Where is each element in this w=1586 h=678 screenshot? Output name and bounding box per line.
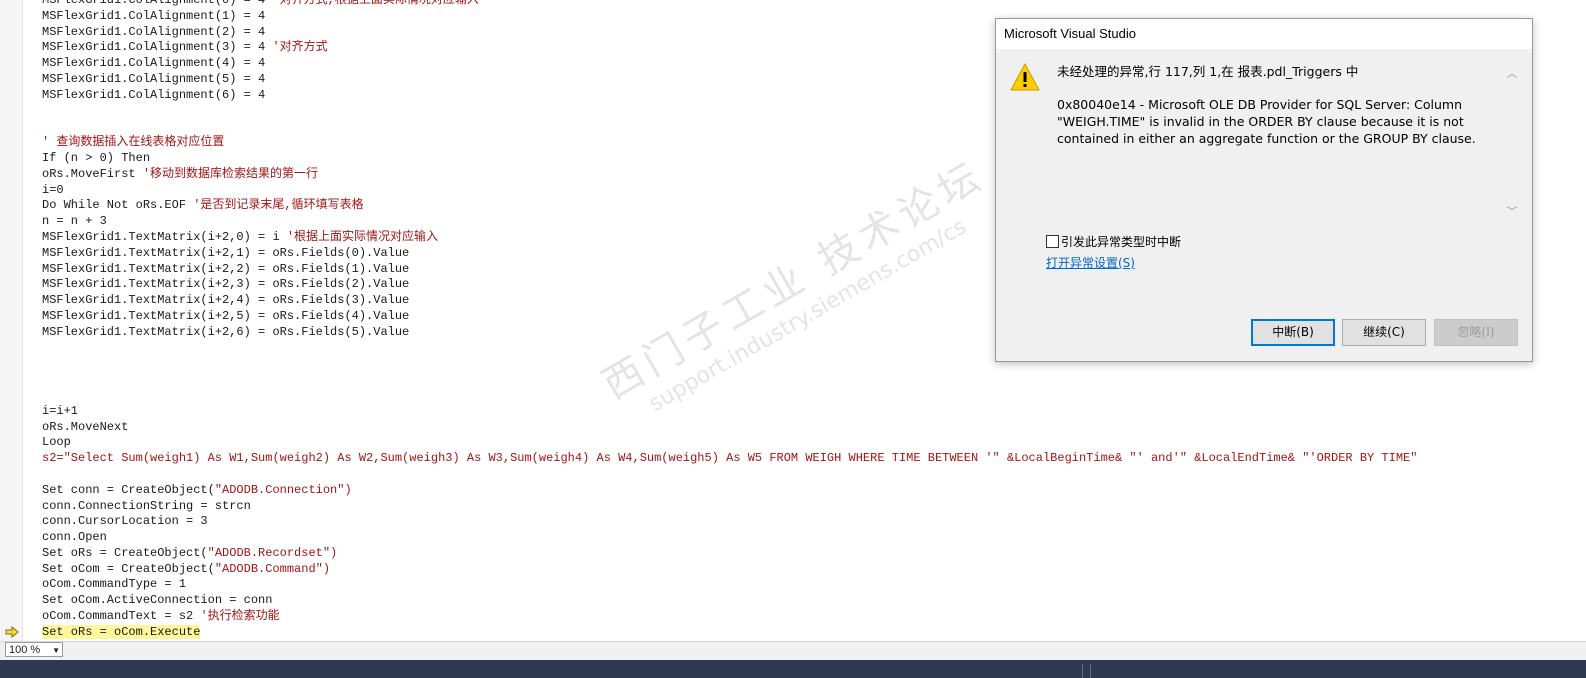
message-scrollbar[interactable]: ︿ ﹀ (1504, 63, 1520, 221)
code-text: MSFlexGrid1.ColAlignment(6) = 4 (42, 87, 266, 102)
code-comment: '对齐方式,根据上面实际情况对应输入 (272, 0, 479, 7)
code-line[interactable]: conn.CursorLocation = 3 (42, 514, 1582, 530)
exception-heading: 未经处理的异常,行 117,列 1,在 报表.pdl_Triggers 中 (1057, 64, 1359, 79)
code-text: MSFlexGrid1.ColAlignment(0) = 4 (42, 0, 273, 7)
code-line[interactable]: i=i+1 (42, 404, 1582, 420)
code-text: MSFlexGrid1.ColAlignment(5) = 4 (42, 71, 266, 86)
code-text: Set conn = CreateObject( (42, 482, 215, 497)
code-text: MSFlexGrid1.TextMatrix(i+2,1) = oRs.Fiel… (42, 245, 410, 260)
zoom-value: 100 % (9, 644, 41, 656)
editor-status-bar (0, 641, 1586, 660)
zoom-select[interactable]: 100 % ▼ (5, 642, 63, 657)
code-text: conn.CursorLocation = 3 (42, 514, 208, 529)
code-text: conn.ConnectionString = strcn (42, 498, 251, 513)
code-comment: '根据上面实际情况对应输入 (286, 229, 439, 244)
code-line[interactable] (42, 388, 1582, 404)
code-comment: '是否到记录末尾,循环填写表格 (193, 198, 364, 213)
exception-message: 未经处理的异常,行 117,列 1,在 报表.pdl_Triggers 中 0x… (1057, 63, 1497, 163)
code-comment: ' 查询数据插入在线表格对应位置 (42, 135, 225, 150)
code-text: i=0 (42, 182, 64, 197)
code-line[interactable]: conn.ConnectionString = strcn (42, 499, 1582, 515)
code-comment: s2="Select Sum(weigh1) As W1,Sum(weigh2)… (42, 451, 1418, 466)
code-text: Set oCom = CreateObject( (42, 561, 215, 576)
code-text: MSFlexGrid1.ColAlignment(2) = 4 (42, 24, 266, 39)
code-line[interactable]: oCom.CommandType = 1 (42, 577, 1582, 593)
code-text: MSFlexGrid1.TextMatrix(i+2,0) = i (42, 229, 287, 244)
code-text: oRs.MoveNext (42, 419, 129, 434)
break-on-exception-checkbox[interactable]: 引发此异常类型时中断 (1046, 233, 1181, 250)
dialog-title: Microsoft Visual Studio (996, 19, 1532, 49)
ignore-button: 忽略(I) (1434, 319, 1518, 346)
code-text: n = n + 3 (42, 214, 107, 229)
code-text: oRs.MoveFirst (42, 166, 143, 181)
exception-detail: 0x80040e14 - Microsoft OLE DB Provider f… (1057, 97, 1476, 146)
code-line[interactable]: Set conn = CreateObject("ADODB.Connectio… (42, 483, 1582, 499)
code-text: Loop (42, 435, 71, 450)
chevron-up-icon[interactable]: ︿ (1507, 65, 1517, 80)
code-text: MSFlexGrid1.TextMatrix(i+2,4) = oRs.Fiel… (42, 293, 410, 308)
window-bottom-bar (0, 660, 1586, 678)
code-comment: "ADODB.Command") (214, 561, 331, 576)
code-text: Set oRs = CreateObject( (42, 545, 208, 560)
code-text: MSFlexGrid1.TextMatrix(i+2,5) = oRs.Fiel… (42, 308, 410, 323)
chevron-down-icon[interactable]: ▼ (52, 643, 60, 658)
editor-gutter (0, 0, 23, 642)
continue-button[interactable]: 继续(C) (1342, 319, 1426, 346)
break-button[interactable]: 中断(B) (1251, 319, 1335, 346)
code-line[interactable] (42, 467, 1582, 483)
code-line[interactable]: Set oRs = CreateObject("ADODB.Recordset"… (42, 546, 1582, 562)
code-line[interactable]: oCom.CommandText = s2 '执行检索功能 (42, 609, 1582, 625)
code-text: MSFlexGrid1.TextMatrix(i+2,6) = oRs.Fiel… (42, 324, 410, 339)
code-comment: '移动到数据库检索结果的第一行 (142, 166, 319, 181)
code-line[interactable]: conn.Open (42, 530, 1582, 546)
chevron-down-icon[interactable]: ﹀ (1507, 203, 1517, 218)
code-line[interactable]: s2="Select Sum(weigh1) As W1,Sum(weigh2)… (42, 451, 1582, 467)
code-text: MSFlexGrid1.TextMatrix(i+2,3) = oRs.Fiel… (42, 277, 410, 292)
code-line[interactable]: Set oCom.ActiveConnection = conn (42, 593, 1582, 609)
warning-icon (1010, 63, 1040, 91)
code-line[interactable]: oRs.MoveNext (42, 420, 1582, 436)
execution-pointer-icon (5, 626, 19, 638)
bottom-divider (1090, 664, 1091, 678)
code-text: Set oRs = oCom.Execute (42, 624, 201, 639)
code-line[interactable]: Set oCom = CreateObject("ADODB.Command") (42, 562, 1582, 578)
code-text: MSFlexGrid1.ColAlignment(3) = 4 (42, 40, 273, 55)
code-text: If (n > 0) Then (42, 150, 151, 165)
code-line[interactable] (42, 372, 1582, 388)
code-comment: '对齐方式 (272, 40, 328, 55)
code-comment: '执行检索功能 (200, 609, 280, 624)
code-text: conn.Open (42, 530, 107, 545)
code-text: MSFlexGrid1.TextMatrix(i+2,2) = oRs.Fiel… (42, 261, 410, 276)
exception-dialog: Microsoft Visual Studio 未经处理的异常,行 117,列 … (995, 18, 1533, 362)
code-text: Set oCom.ActiveConnection = conn (42, 593, 273, 608)
checkbox-label: 引发此异常类型时中断 (1061, 235, 1182, 249)
code-text: oCom.CommandType = 1 (42, 577, 187, 592)
code-text: Do While Not oRs.EOF (42, 198, 194, 213)
code-line[interactable]: MSFlexGrid1.ColAlignment(0) = 4 '对齐方式,根据… (42, 0, 1582, 9)
code-text: oCom.CommandText = s2 (42, 609, 201, 624)
code-text: i=i+1 (42, 403, 79, 418)
checkbox-box[interactable] (1046, 235, 1059, 248)
code-line[interactable]: Loop (42, 435, 1582, 451)
code-line[interactable]: Set oRs = oCom.Execute (42, 624, 1582, 641)
bottom-divider (1082, 664, 1083, 678)
code-text: MSFlexGrid1.ColAlignment(4) = 4 (42, 56, 266, 71)
code-text: MSFlexGrid1.ColAlignment(1) = 4 (42, 8, 266, 23)
code-comment: "ADODB.Recordset") (207, 545, 338, 560)
code-comment: "ADODB.Connection") (214, 482, 352, 497)
open-exception-settings-link[interactable]: 打开异常设置(S) (1046, 254, 1135, 271)
